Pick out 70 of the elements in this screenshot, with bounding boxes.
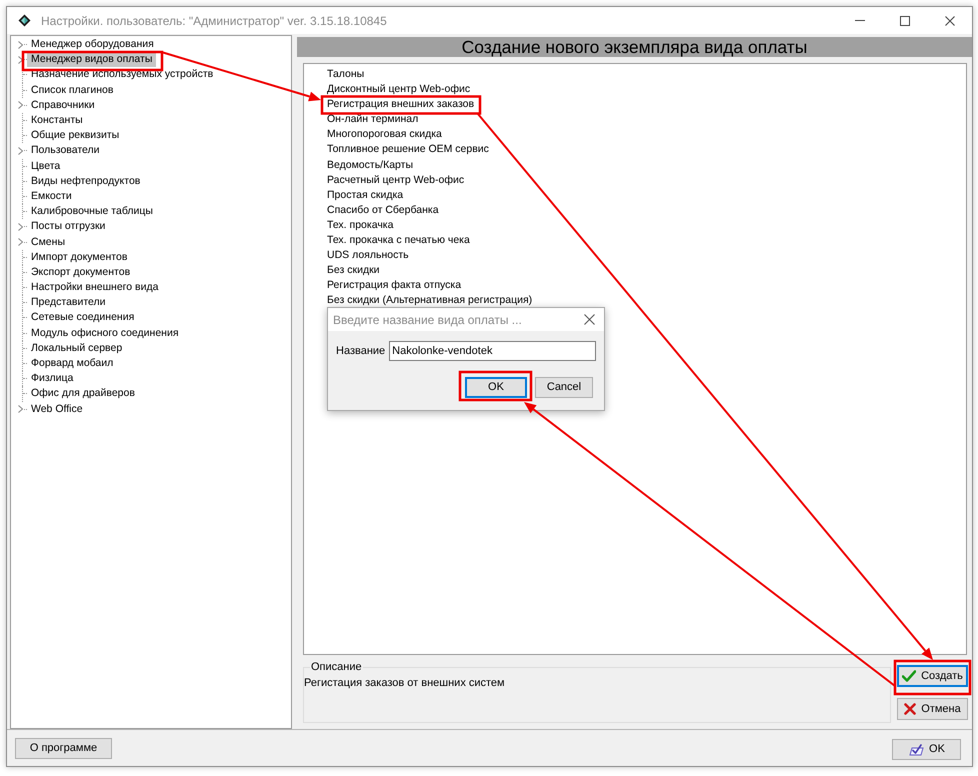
tree-item[interactable]: Посты отгрузки [27, 219, 110, 234]
tree-item[interactable]: Общие реквизиты [27, 128, 124, 144]
tree-item[interactable]: Локальный сервер [27, 340, 126, 356]
tree-item[interactable]: Пользователи [27, 143, 104, 158]
tree-item[interactable]: Форвард мобаил [27, 356, 118, 372]
panel-title: Создание нового экземпляра вида оплаты [462, 37, 808, 57]
tree-item[interactable]: Константы [27, 113, 87, 128]
tree-item[interactable]: Цвета [27, 158, 64, 174]
close-icon [584, 314, 594, 325]
list-item[interactable]: Дисконтный центр Web-офис [327, 82, 470, 98]
cancel-button[interactable]: Cancel [535, 377, 593, 398]
dialog-title: Введите название вида оплаты ... [333, 312, 522, 328]
cancel-button[interactable]: Отмена [897, 698, 968, 720]
list-item[interactable]: Он-лайн терминал [327, 112, 418, 128]
chevron-icon[interactable] [18, 40, 23, 49]
app-logo-icon [18, 14, 31, 27]
chevron-icon[interactable] [18, 238, 23, 246]
tree-connector [24, 104, 27, 106]
list-item[interactable]: UDS лояльность [327, 248, 409, 264]
list-item[interactable]: Спасибо от Сбербанка [327, 202, 439, 218]
list-item[interactable]: Ведомость/Карты [327, 158, 414, 173]
list-item[interactable]: Талоны [327, 67, 364, 82]
create-button[interactable]: Создать [897, 665, 968, 687]
chevron-icon[interactable] [18, 56, 23, 64]
name-label: Название [336, 344, 386, 359]
minimize-icon [854, 20, 864, 21]
chevron-icon[interactable] [18, 146, 23, 155]
tree-item[interactable]: Емкости [27, 188, 76, 204]
tree-item[interactable]: Виды нефтепродуктов [27, 174, 144, 189]
tree-item[interactable]: Сетевые соединения [27, 310, 138, 326]
tree-item[interactable]: Менеджер оборудования [27, 37, 158, 52]
tree-item[interactable]: Импорт документов [27, 250, 132, 265]
chevron-icon[interactable] [18, 405, 23, 414]
list-item[interactable]: Без скидки [327, 263, 380, 278]
tree-item[interactable]: Офис для драйверов [27, 386, 139, 402]
dialog-close-button[interactable] [581, 312, 597, 328]
close-icon [904, 703, 916, 715]
tree-item[interactable]: Справочники [27, 98, 99, 113]
tree-item[interactable]: Настройки внешнего вида [27, 280, 162, 296]
tree-item[interactable]: Назначение используемых устройств [27, 67, 218, 82]
close-icon [944, 16, 954, 26]
tree-item[interactable]: Web Office [27, 402, 87, 417]
list-item[interactable]: Регистрация внешних заказов [327, 97, 474, 112]
list-item[interactable]: Топливное решение OEM сервис [327, 142, 489, 158]
list-item[interactable]: Расчетный центр Web-офис [327, 172, 464, 188]
maximize-icon [900, 16, 910, 26]
check-icon [902, 670, 916, 682]
list-item[interactable]: Без скидки (Альтернативная регистрация) [327, 293, 532, 308]
description-text: Регистация заказов от внешних систем [304, 676, 505, 690]
list-item[interactable]: Простая скидка [327, 188, 404, 203]
tree-item[interactable]: Список плагинов [27, 82, 118, 98]
chevron-icon[interactable] [18, 101, 23, 110]
tree-item[interactable]: Модуль офисного соединения [27, 326, 183, 341]
checkbox-check-icon [908, 744, 926, 756]
list-item[interactable]: Тех. прокачка [327, 218, 394, 234]
tree-item[interactable]: Представители [27, 295, 110, 310]
ok-button[interactable]: OK [465, 377, 527, 398]
tree-item[interactable]: Калибровочные таблицы [27, 204, 157, 220]
window-title: Настройки. пользователь: "Администратор" ver. 3.15.18.10845 [41, 12, 387, 30]
tree-item[interactable]: Физлица [27, 371, 78, 386]
tree-item[interactable]: Экспорт документов [27, 264, 134, 280]
list-item[interactable]: Регистрация факта отпуска [327, 278, 462, 294]
ok-button[interactable]: OK [892, 739, 961, 760]
tree-connector [24, 44, 27, 46]
list-item[interactable]: Тех. прокачка с печатью чека [327, 233, 470, 248]
tree-item[interactable]: Смены [27, 234, 69, 250]
name-input[interactable]: Nakolonke-vendotek [389, 341, 596, 361]
chevron-icon[interactable] [18, 222, 23, 231]
about-button[interactable]: О программе [15, 738, 112, 758]
list-item[interactable]: Многопороговая скидка [327, 127, 442, 142]
